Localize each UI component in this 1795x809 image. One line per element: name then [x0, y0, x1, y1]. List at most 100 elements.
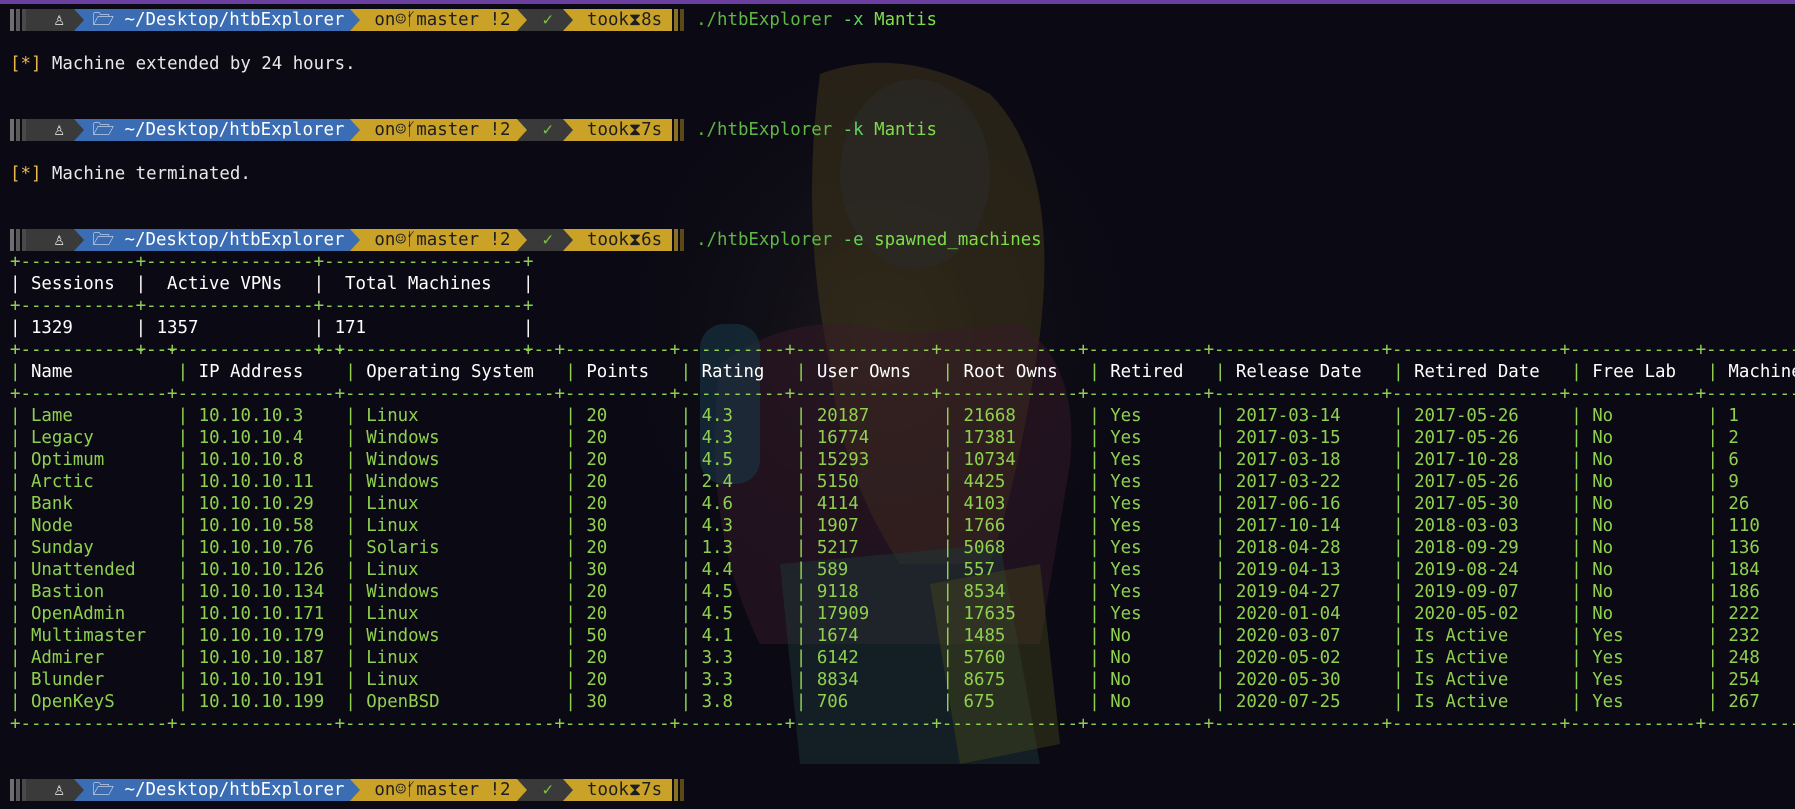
table-row: | Lame | 10.10.10.3 | Linux | 20 | 4.3 |… — [10, 405, 1795, 427]
table-cell: 4.6 — [701, 494, 733, 514]
table-cell: Yes — [1110, 428, 1142, 448]
table-cell: 8534 — [963, 582, 1006, 602]
took-label: took — [587, 120, 629, 140]
table-cell: 2017-05-26 — [1414, 428, 1519, 448]
table-cell: 706 — [816, 692, 849, 712]
table-row: | Blunder | 10.10.10.191 | Linux | 20 | … — [10, 669, 1795, 691]
table-cell: 2018-09-29 — [1414, 538, 1519, 558]
prompt-duration: took ⧗ 6s — [573, 229, 669, 251]
status-check-icon: ✓ — [526, 779, 563, 801]
table-cell: 21668 — [963, 406, 1016, 426]
table-cell: 2020-05-02 — [1414, 604, 1519, 624]
table-cell: 1766 — [963, 516, 1006, 536]
hourglass-icon: ⧗ — [628, 230, 642, 250]
command-exe: ./htbExplorer — [696, 10, 833, 30]
table-row: | Bastion | 10.10.10.134 | Windows | 20 … — [10, 581, 1795, 603]
table-cell: Is Active — [1414, 626, 1509, 646]
table-cell: Windows — [366, 472, 440, 492]
table-cell: 2019-08-24 — [1414, 560, 1519, 580]
github-icon: ☺ — [395, 230, 406, 250]
table-cell: 2017-05-26 — [1414, 406, 1519, 426]
machines-table-border: +--------------+---------------+--------… — [10, 340, 1795, 360]
branch-name: master !2 — [416, 120, 511, 140]
table-cell: 20 — [586, 670, 608, 690]
table-cell: Is Active — [1414, 692, 1509, 712]
table-cell: 16774 — [816, 428, 870, 448]
table-cell: 8834 — [816, 670, 859, 690]
table-cell: Windows — [366, 582, 440, 602]
table-cell: Yes — [1592, 648, 1624, 668]
table-cell: Linux — [366, 494, 419, 514]
status-check-icon: ✓ — [526, 229, 563, 251]
table-cell: 2017-03-14 — [1235, 406, 1341, 426]
table-cell: 4.4 — [701, 560, 733, 580]
prompt-git-status: on ☺ ᚶ master !2 — [360, 9, 517, 31]
table-cell: 1674 — [816, 626, 859, 646]
table-cell: 17635 — [963, 604, 1016, 624]
table-cell: 184 — [1728, 560, 1760, 580]
table-cell: No — [1592, 494, 1614, 514]
command-line[interactable]: ./htbExplorer -e spawned_machines — [696, 230, 1042, 250]
table-cell: 2017-10-28 — [1414, 450, 1519, 470]
table-cell: 232 — [1728, 626, 1760, 646]
table-cell: Arctic — [30, 472, 94, 492]
table-cell: 20 — [586, 648, 608, 668]
prompt-directory: 🗁 ~/Desktop/htbExplorer — [84, 9, 351, 31]
table-cell: No — [1110, 648, 1132, 668]
linux-tux-icon: ♙ — [26, 229, 75, 251]
prompt-git-status: on ☺ ᚶ master !2 — [360, 229, 517, 251]
folder-icon: 🗁 — [92, 120, 125, 140]
table-cell: 10.10.10.171 — [198, 604, 325, 624]
summary-table-row: | 1329 | 1357 | 171 | — [10, 318, 534, 338]
table-cell: 10734 — [963, 450, 1016, 470]
prompt-right-bars — [668, 779, 685, 801]
table-cell: 2019-04-27 — [1235, 582, 1341, 602]
table-cell: 110 — [1728, 516, 1760, 536]
terminal-window[interactable]: ♙ 🗁 ~/Desktop/htbExplorer on ☺ ᚶ master … — [0, 0, 1795, 809]
table-cell: 2017-06-16 — [1235, 494, 1341, 514]
table-cell: 248 — [1728, 648, 1760, 668]
command-exe: ./htbExplorer — [696, 120, 833, 140]
prompt-duration: took ⧗ 7s — [573, 119, 669, 141]
summary-table-header: | Sessions | Active VPNs | Total Machine… — [10, 274, 534, 294]
machines-table-border: +--------------+---------------+--------… — [10, 714, 1795, 734]
table-cell: Yes — [1110, 538, 1142, 558]
shell-prompt: ♙ 🗁 ~/Desktop/htbExplorer on ☺ ᚶ master … — [10, 119, 937, 141]
branch-icon: ᚶ — [405, 10, 417, 30]
table-cell: 3.8 — [701, 692, 733, 712]
prompt-left-bars — [10, 119, 26, 141]
machines-table-header: | Name | IP Address | Operating System |… — [10, 361, 1795, 383]
column-header: Retired — [1110, 362, 1184, 382]
table-cell: Linux — [366, 560, 419, 580]
table-cell: Yes — [1110, 450, 1142, 470]
table-cell: 3.3 — [701, 648, 733, 668]
table-row: | Multimaster | 10.10.10.179 | Windows |… — [10, 625, 1795, 647]
table-cell: Windows — [366, 626, 440, 646]
command-flag: -e — [842, 230, 864, 250]
table-cell: Lame — [30, 406, 73, 426]
git-on-label: on — [374, 230, 396, 250]
table-cell: 20 — [586, 582, 608, 602]
prompt-duration: took ⧗ 8s — [573, 9, 669, 31]
table-cell: 17381 — [963, 428, 1016, 448]
command-line[interactable]: ./htbExplorer -k Mantis — [696, 120, 937, 140]
table-cell: 2020-03-07 — [1235, 626, 1341, 646]
folder-icon: 🗁 — [92, 10, 125, 30]
directory-path: ~/Desktop/htbExplorer — [124, 780, 345, 800]
branch-name: master !2 — [416, 230, 511, 250]
table-row: | Sunday | 10.10.10.76 | Solaris | 20 | … — [10, 537, 1795, 559]
table-cell: Yes — [1110, 472, 1142, 492]
command-line[interactable]: ./htbExplorer -x Mantis — [696, 10, 937, 30]
table-cell: 2017-03-22 — [1235, 472, 1341, 492]
prompt-git-status: on ☺ ᚶ master !2 — [360, 779, 517, 801]
took-value: 6s — [641, 230, 663, 250]
table-cell: No — [1110, 692, 1132, 712]
table-cell: 10.10.10.4 — [198, 428, 304, 448]
table-cell: OpenAdmin — [30, 604, 126, 624]
table-cell: 557 — [963, 560, 995, 580]
column-header: Name — [30, 362, 73, 382]
prompt-directory: 🗁 ~/Desktop/htbExplorer — [84, 779, 351, 801]
table-cell: Admirer — [30, 648, 105, 668]
table-cell: 10.10.10.187 — [198, 648, 325, 668]
table-cell: 675 — [963, 692, 995, 712]
